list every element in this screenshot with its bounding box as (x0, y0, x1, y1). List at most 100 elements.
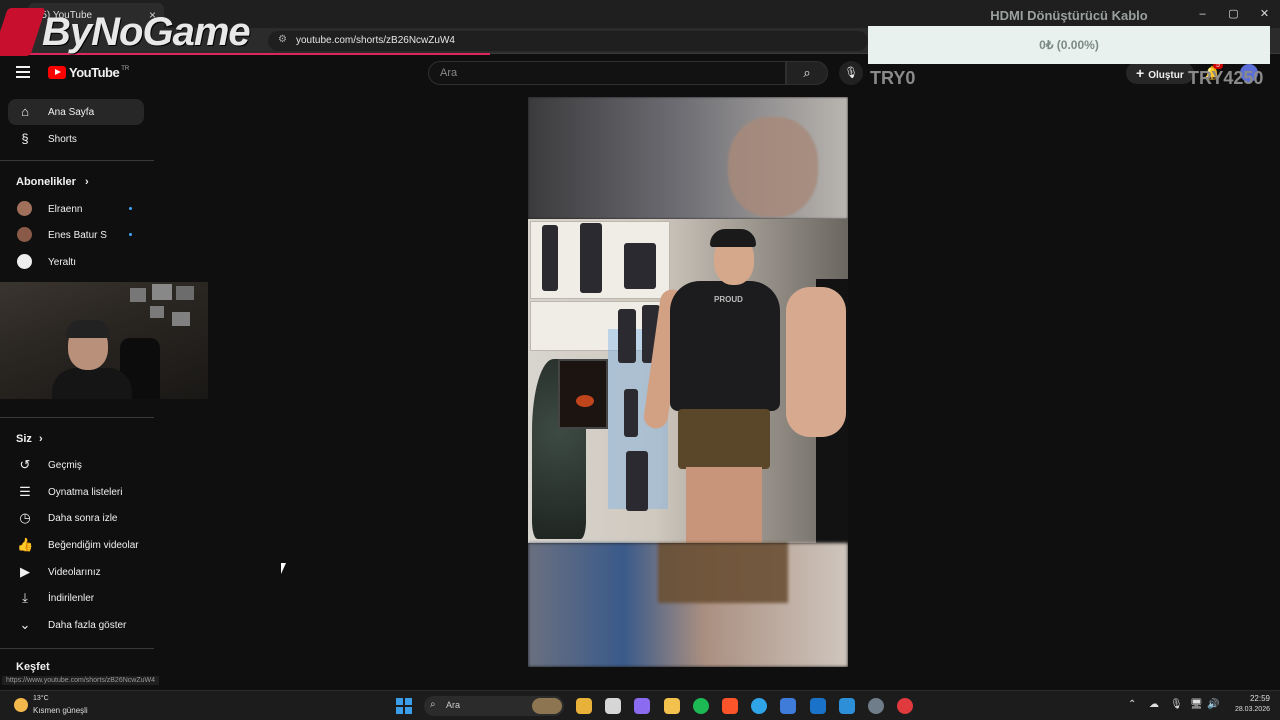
sidebar-item-downloads[interactable]: ⤓ İndirilenler (8, 585, 144, 611)
store-icon[interactable] (780, 698, 796, 714)
url-text: youtube.com/shorts/zB26NcwZuW4 (296, 35, 455, 46)
subscription-yeralti[interactable]: Yeraltı (8, 249, 144, 275)
search-input[interactable]: Ara (428, 61, 786, 85)
steam-icon[interactable] (868, 698, 884, 714)
new-content-dot (129, 233, 132, 236)
microphone-icon: 🎙 (844, 67, 858, 79)
subscription-elraenn[interactable]: Elraenn (8, 196, 144, 222)
subscriptions-heading[interactable]: Abonelikler › (16, 176, 89, 188)
plus-icon: + (1136, 65, 1145, 81)
stream-logo-watermark: ByNoGame (0, 6, 251, 58)
link-status-url: https://www.youtube.com/shorts/zB26NcwZu… (2, 676, 159, 685)
weather-sun-icon[interactable] (14, 698, 28, 712)
video-blur-bottom (528, 543, 848, 667)
mouse-cursor-icon (281, 563, 286, 574)
search-highlight-icon (532, 698, 562, 714)
donation-goal-max: TRY4250 (1188, 68, 1264, 88)
explore-heading: Keşfet (16, 661, 50, 673)
channel-avatar (17, 227, 32, 242)
donation-goal-bar: 0₺ (0.00%) (868, 26, 1270, 64)
sidebar-item-label: Oynatma listeleri (48, 487, 123, 498)
search-button[interactable]: ⌕ (786, 61, 828, 85)
donation-goal-amount: 0₺ (0.00%) (1039, 38, 1099, 52)
tray-overflow-icon[interactable]: ⌃ (1128, 699, 1136, 710)
home-icon: ⌂ (21, 104, 29, 119)
logo-text: ByNoGame (42, 9, 251, 54)
clock-time[interactable]: 22:59 (1240, 694, 1270, 703)
brave-icon[interactable] (722, 698, 738, 714)
copilot-icon[interactable] (634, 698, 650, 714)
channel-avatar (17, 254, 32, 269)
task-view-icon[interactable] (605, 698, 621, 714)
sidebar-item-history[interactable]: ↺ Geçmiş (8, 452, 144, 478)
clock-date[interactable]: 28.03.2026 (1226, 706, 1270, 713)
donation-goal-title: HDMI Dönüştürücü Kablo (990, 8, 1148, 23)
youtube-logo-text: YouTube (69, 65, 120, 80)
subscription-label: Elraenn (48, 204, 83, 215)
history-icon: ↺ (19, 457, 31, 472)
sidebar-item-label: Videolarınız (48, 567, 101, 578)
onedrive-icon[interactable]: ☁ (1149, 699, 1159, 710)
your-videos-icon: ▶ (20, 564, 30, 579)
shorts-video-player[interactable]: PROUD (528, 97, 848, 667)
network-icon[interactable]: 🖥 (1190, 699, 1203, 710)
new-content-dot (129, 207, 132, 210)
app-icon[interactable] (839, 698, 855, 714)
sidebar-item-label: İndirilenler (48, 593, 95, 604)
weather-temperature[interactable]: 13°C (33, 695, 49, 702)
outlook-icon[interactable] (810, 698, 826, 714)
windows-taskbar: 13°C Kısmen güneşli ⌕ Ara ⌃ ☁ 🎙 🖥 🔊 22:5… (0, 690, 1280, 720)
sidebar-item-playlists[interactable]: ☰ Oynatma listeleri (8, 479, 144, 505)
streamer-webcam (0, 282, 208, 399)
folder-icon[interactable] (664, 698, 680, 714)
download-icon: ⤓ (22, 590, 28, 605)
hamburger-menu-icon[interactable] (16, 66, 30, 78)
channel-avatar (17, 201, 32, 216)
sidebar-item-liked-videos[interactable]: 👍 Beğendiğim videolar (8, 532, 144, 558)
streamlabs-icon[interactable] (897, 698, 913, 714)
spotify-icon[interactable] (693, 698, 709, 714)
sidebar-item-show-more[interactable]: ⌄ Daha fazla göster (8, 612, 144, 638)
edge-icon[interactable] (751, 698, 767, 714)
weather-description[interactable]: Kısmen güneşli (33, 706, 88, 715)
sidebar-divider (0, 417, 154, 418)
url-field[interactable]: ⚙ youtube.com/shorts/zB26NcwZuW4 (268, 31, 868, 51)
search-icon: ⌕ (803, 65, 811, 80)
volume-icon[interactable]: 🔊 (1207, 699, 1219, 710)
subscription-label: Yeraltı (48, 257, 76, 268)
sidebar-item-watch-later[interactable]: ◷ Daha sonra izle (8, 505, 144, 531)
thumbs-up-icon: 👍 (17, 537, 34, 552)
sidebar-item-label: Ana Sayfa (48, 107, 95, 118)
region-code: TR (121, 65, 130, 72)
shirt-print: PROUD (714, 295, 743, 304)
sidebar-item-label: Shorts (48, 134, 77, 145)
clock-icon: ◷ (19, 510, 31, 525)
subscription-label: Enes Batur S (48, 230, 107, 241)
logo-slash-icon (0, 8, 46, 56)
subscription-enes-batur[interactable]: Enes Batur S (8, 222, 144, 248)
mic-tray-icon[interactable]: 🎙 (1170, 699, 1183, 710)
sidebar-divider (0, 648, 154, 649)
sidebar-item-your-videos[interactable]: ▶ Videolarınız (8, 559, 144, 585)
sidebar-item-home[interactable]: ⌂ Ana Sayfa (8, 99, 144, 125)
taskbar-search-label: Ara (446, 700, 461, 710)
chevron-right-icon: › (84, 176, 89, 188)
create-button[interactable]: + Oluştur (1126, 62, 1194, 84)
taskbar-search[interactable]: ⌕ Ara (424, 696, 564, 716)
donation-goal-min: TRY0 (870, 68, 916, 88)
video-frame: PROUD (528, 219, 848, 543)
search-placeholder: Ara (440, 67, 458, 79)
file-explorer-icon[interactable] (576, 698, 592, 714)
sidebar-divider (0, 160, 154, 161)
sidebar-item-label: Daha sonra izle (48, 513, 118, 524)
video-blur-top (528, 97, 848, 219)
chevron-down-icon: ⌄ (19, 617, 31, 632)
sidebar-item-shorts[interactable]: § Shorts (8, 126, 144, 152)
create-label: Oluştur (1148, 70, 1184, 81)
youtube-logo[interactable]: YouTube TR (48, 65, 129, 80)
start-button[interactable] (396, 698, 412, 714)
voice-search-button[interactable]: 🎙 (839, 61, 863, 85)
site-settings-icon[interactable]: ⚙ (278, 34, 287, 45)
shorts-icon: § (21, 131, 29, 146)
you-heading[interactable]: Siz › (16, 433, 43, 445)
